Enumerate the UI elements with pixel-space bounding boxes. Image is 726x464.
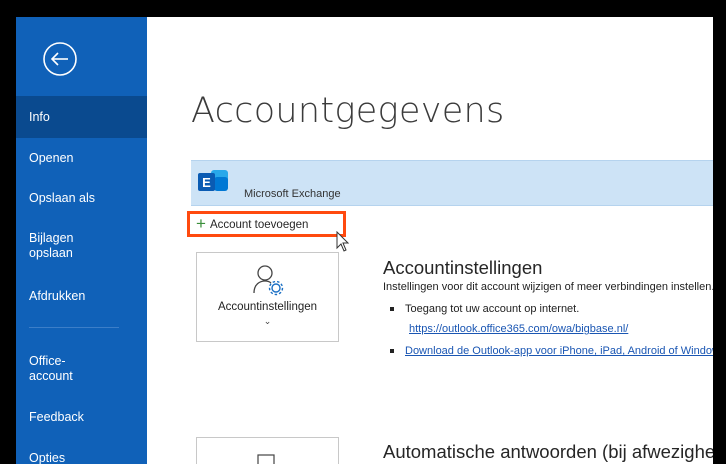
page-title: Accountgegevens xyxy=(191,91,505,131)
sidebar-item-openen[interactable]: Openen xyxy=(16,151,147,166)
bullet-web-access: Toegang tot uw account op internet. xyxy=(390,303,579,315)
chevron-down-icon: ⌄ xyxy=(263,316,272,326)
sidebar-item-info[interactable]: Info xyxy=(16,96,147,138)
mouse-cursor-icon xyxy=(336,231,350,252)
main-panel: Accountgegevens E Microsoft Exchange + Ac… xyxy=(147,17,713,464)
sidebar-item-afdrukken[interactable]: Afdrukken xyxy=(16,289,147,304)
sidebar-item-feedback[interactable]: Feedback xyxy=(16,410,147,425)
backstage-window: Info Openen Opslaan als Bijlagen opslaan… xyxy=(16,17,713,464)
bullet-icon xyxy=(390,349,394,354)
add-account-label: Account toevoegen xyxy=(209,219,309,231)
bullet-download-app: Download de Outlook-app voor iPhone, iPa… xyxy=(390,345,713,357)
auto-reply-tile[interactable] xyxy=(196,437,339,464)
owa-link[interactable]: https://outlook.office365.com/owa/bigbas… xyxy=(409,323,628,335)
auto-reply-icon xyxy=(257,454,275,464)
svg-text:E: E xyxy=(202,175,211,190)
account-settings-tile[interactable]: Accountinstellingen ⌄ xyxy=(196,252,339,342)
sidebar-item-office-account[interactable]: Office- account xyxy=(16,354,147,384)
auto-reply-heading: Automatische antwoorden (bij afwezigheid… xyxy=(383,441,713,462)
account-settings-heading: Accountinstellingen xyxy=(383,257,543,278)
add-account-button[interactable]: + Account toevoegen xyxy=(187,211,346,237)
account-settings-tile-label: Accountinstellingen xyxy=(217,301,318,313)
sidebar-divider xyxy=(29,327,119,328)
sidebar-item-bijlagen-opslaan[interactable]: Bijlagen opslaan xyxy=(16,231,147,261)
bullet-icon xyxy=(390,307,394,312)
user-settings-icon xyxy=(253,265,284,296)
account-selector[interactable]: E Microsoft Exchange xyxy=(191,160,713,206)
backstage-sidebar: Info Openen Opslaan als Bijlagen opslaan… xyxy=(16,17,147,464)
account-settings-description: Instellingen voor dit account wijzigen o… xyxy=(383,281,713,293)
download-app-link[interactable]: Download de Outlook-app voor iPhone, iPa… xyxy=(405,345,713,357)
exchange-logo-icon: E xyxy=(198,170,228,191)
account-name: Microsoft Exchange xyxy=(244,188,341,200)
back-arrow-icon[interactable] xyxy=(42,41,78,77)
sidebar-item-opties[interactable]: Opties xyxy=(16,451,147,464)
plus-icon: + xyxy=(196,214,206,233)
sidebar-item-opslaan-als[interactable]: Opslaan als xyxy=(16,191,147,206)
